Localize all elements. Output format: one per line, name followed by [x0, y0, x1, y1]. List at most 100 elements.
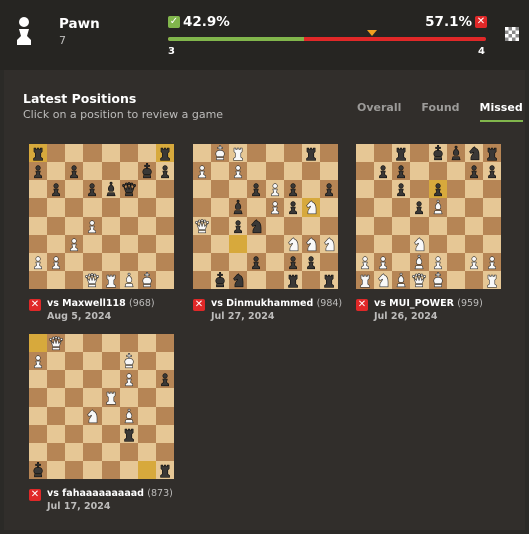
square-f3	[119, 234, 138, 253]
square-h7	[155, 352, 174, 371]
square-g2	[464, 252, 483, 271]
square-a4	[356, 216, 375, 235]
game-card[interactable]: ✕ vs MUI_POWER (959) Jul 26, 2024	[356, 144, 501, 322]
square-c4	[392, 216, 411, 235]
checkered-flag-icon[interactable]	[505, 27, 519, 41]
missed-percent: 57.1%	[425, 14, 472, 30]
square-b5	[47, 198, 66, 217]
square-d5	[247, 198, 266, 217]
square-g4	[301, 216, 320, 235]
position-board[interactable]	[193, 144, 338, 289]
tab-overall[interactable]: Overall	[357, 101, 401, 122]
square-g8	[464, 144, 483, 163]
square-f8	[283, 144, 302, 163]
square-f6	[119, 370, 138, 389]
square-d5	[410, 198, 429, 217]
square-b2	[211, 252, 230, 271]
game-card[interactable]: ✕ vs Maxwell118 (968) Aug 5, 2024	[29, 144, 174, 322]
square-e6	[101, 370, 120, 389]
square-b5	[47, 388, 66, 407]
square-d4	[83, 216, 102, 235]
square-e8	[101, 144, 120, 163]
square-e8	[265, 144, 284, 163]
square-c2	[392, 252, 411, 271]
square-b7	[47, 352, 66, 371]
game-card[interactable]: ✕ vs fahaaaaaaaaad (873) Jul 17, 2024	[29, 334, 174, 512]
square-g6	[464, 180, 483, 199]
square-c5	[229, 198, 248, 217]
missed-x-icon: ✕	[29, 489, 41, 501]
square-e5	[265, 198, 284, 217]
position-board[interactable]	[29, 144, 174, 289]
square-f5	[119, 198, 138, 217]
square-d6	[83, 180, 102, 199]
square-f6	[446, 180, 465, 199]
square-h7	[319, 162, 338, 181]
square-d8	[83, 334, 102, 353]
square-f4	[283, 216, 302, 235]
tab-found[interactable]: Found	[421, 101, 459, 122]
square-b3	[47, 234, 66, 253]
square-d8	[410, 144, 429, 163]
square-e1	[101, 270, 120, 289]
square-d2	[410, 252, 429, 271]
square-g4	[137, 216, 156, 235]
tab-missed[interactable]: Missed	[479, 101, 523, 122]
square-d2	[83, 442, 102, 461]
square-h8	[155, 334, 174, 353]
square-b8	[211, 144, 230, 163]
square-e7	[265, 162, 284, 181]
square-g2	[137, 442, 156, 461]
square-a4	[29, 216, 48, 235]
square-h1	[482, 270, 501, 289]
square-c1	[392, 270, 411, 289]
square-c1	[65, 270, 84, 289]
square-h2	[482, 252, 501, 271]
game-card[interactable]: ✕ vs Dinmukhammed (984) Jul 27, 2024	[193, 144, 342, 322]
square-d5	[83, 388, 102, 407]
square-h6	[155, 180, 174, 199]
square-g7	[464, 162, 483, 181]
square-e7	[101, 162, 120, 181]
square-h4	[155, 216, 174, 235]
found-stat: ✓ 42.9%	[168, 14, 230, 30]
square-b5	[211, 198, 230, 217]
square-b1	[211, 270, 230, 289]
game-date: Jul 27, 2024	[211, 311, 275, 322]
square-h8	[319, 144, 338, 163]
square-g1	[137, 270, 156, 289]
square-h7	[482, 162, 501, 181]
position-board[interactable]	[29, 334, 174, 479]
square-d6	[410, 180, 429, 199]
square-d1	[247, 270, 266, 289]
square-e3	[101, 234, 120, 253]
square-f5	[283, 198, 302, 217]
square-d8	[83, 144, 102, 163]
square-f8	[119, 334, 138, 353]
square-g5	[301, 198, 320, 217]
square-f6	[119, 180, 138, 199]
square-b4	[47, 216, 66, 235]
square-f7	[446, 162, 465, 181]
square-a2	[29, 442, 48, 461]
square-h1	[155, 270, 174, 289]
position-board[interactable]	[356, 144, 501, 289]
game-date: Aug 5, 2024	[47, 311, 112, 322]
square-a5	[356, 198, 375, 217]
square-d3	[247, 234, 266, 253]
square-c3	[65, 424, 84, 443]
marker-triangle-icon	[366, 30, 377, 36]
square-c8	[229, 144, 248, 163]
square-h4	[155, 406, 174, 425]
square-g3	[301, 234, 320, 253]
square-f1	[283, 270, 302, 289]
square-b1	[374, 270, 393, 289]
square-e7	[428, 162, 447, 181]
found-percent: 42.9%	[183, 14, 230, 30]
square-h7	[155, 162, 174, 181]
square-a2	[193, 252, 212, 271]
square-g4	[137, 406, 156, 425]
square-g7	[137, 162, 156, 181]
square-f7	[283, 162, 302, 181]
square-g2	[301, 252, 320, 271]
